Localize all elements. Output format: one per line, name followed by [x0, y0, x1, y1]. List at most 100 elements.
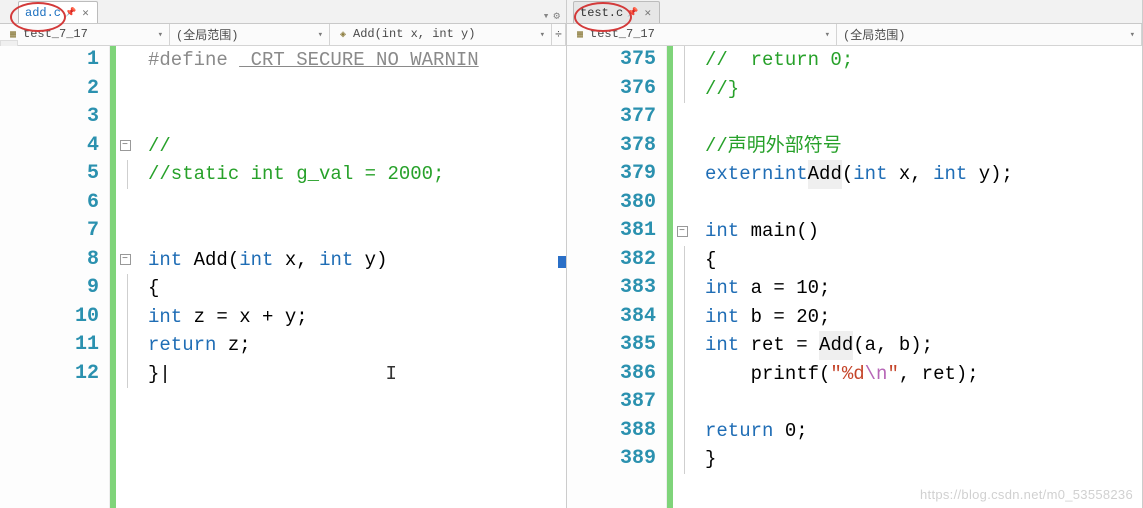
fold-cell: [673, 360, 691, 389]
fold-toggle-icon[interactable]: −: [677, 226, 688, 237]
fold-cell: [673, 303, 691, 332]
fold-cell: [673, 75, 691, 104]
fold-toggle-icon[interactable]: −: [120, 140, 131, 151]
line-number: 388: [567, 417, 656, 446]
code-line[interactable]: }: [705, 445, 1142, 474]
tab-bar-right: test.c 📌 ✕: [567, 0, 1142, 24]
line-number: 3: [0, 103, 99, 132]
code-line[interactable]: //声明外部符号: [705, 132, 1142, 161]
code-line[interactable]: int z = x + y;: [148, 303, 566, 332]
code-editor-left[interactable]: 123456789101112 −− #define _CRT_SECURE_N…: [0, 46, 566, 508]
code-line[interactable]: {: [705, 246, 1142, 275]
function-icon: ◈: [336, 28, 350, 42]
code-area[interactable]: #define _CRT_SECURE_NO_WARNIN ////static …: [134, 46, 566, 508]
code-line[interactable]: [705, 189, 1142, 218]
nav-scope-dropdown[interactable]: (全局范围) ▾: [837, 24, 1142, 45]
fold-cell: [673, 417, 691, 446]
code-line[interactable]: }|: [148, 360, 566, 389]
close-icon[interactable]: ✕: [80, 6, 91, 20]
fold-cell: [116, 217, 134, 246]
line-number: 7: [0, 217, 99, 246]
chevron-down-icon: ▾: [158, 30, 163, 40]
code-line[interactable]: [148, 189, 566, 218]
fold-cell: [116, 46, 134, 75]
nav-function-dropdown[interactable]: ◈Add(int x, int y) ▾: [330, 24, 552, 45]
code-line[interactable]: [148, 103, 566, 132]
code-line[interactable]: return 0;: [705, 417, 1142, 446]
line-number: 8: [0, 246, 99, 275]
code-line[interactable]: //}: [705, 75, 1142, 104]
line-number: 376: [567, 75, 656, 104]
gear-icon[interactable]: ⚙: [553, 9, 560, 23]
fold-cell: [116, 331, 134, 360]
line-number: 378: [567, 132, 656, 161]
line-number: 389: [567, 445, 656, 474]
line-number: 6: [0, 189, 99, 218]
fold-cell: [116, 274, 134, 303]
code-line[interactable]: {: [148, 274, 566, 303]
nav-split-button[interactable]: ÷: [552, 24, 566, 45]
fold-cell[interactable]: −: [116, 132, 134, 161]
fold-cell: [116, 103, 134, 132]
line-number: 5: [0, 160, 99, 189]
tab-test-c[interactable]: test.c 📌 ✕: [573, 1, 660, 23]
fold-cell: [116, 303, 134, 332]
line-number: 380: [567, 189, 656, 218]
close-icon[interactable]: ✕: [642, 6, 653, 20]
fold-cell: [673, 160, 691, 189]
line-number: 384: [567, 303, 656, 332]
code-editor-right[interactable]: 3753763773783793803813823833843853863873…: [567, 46, 1142, 508]
code-line[interactable]: //: [148, 132, 566, 161]
fold-cell: [673, 445, 691, 474]
code-line[interactable]: [148, 75, 566, 104]
watermark-text: https://blog.csdn.net/m0_53558236: [920, 487, 1133, 502]
code-line[interactable]: // return 0;: [705, 46, 1142, 75]
pin-icon[interactable]: 📌: [65, 8, 76, 18]
tab-add-c[interactable]: add.c 📌 ✕: [18, 1, 98, 23]
line-number: 383: [567, 274, 656, 303]
line-number: 10: [0, 303, 99, 332]
code-area[interactable]: // return 0;//} //声明外部符号extern int Add(in…: [691, 46, 1142, 508]
fold-cell: [116, 75, 134, 104]
nav-project-dropdown[interactable]: ▦test_7_17 ▾: [567, 24, 837, 45]
editor-pane-left: 菜单栏解决方案工具 add.c 📌 ✕ ▾ ⚙ ▦test_7_17 ▾ (全局…: [0, 0, 567, 508]
code-line[interactable]: [705, 388, 1142, 417]
code-line[interactable]: //static int g_val = 2000;: [148, 160, 566, 189]
dropdown-icon[interactable]: ▾: [543, 9, 550, 23]
code-line[interactable]: extern int Add(int x, int y);: [705, 160, 1142, 189]
code-line[interactable]: int Add(int x, int y): [148, 246, 566, 275]
nav-project-dropdown[interactable]: ▦test_7_17 ▾: [0, 24, 170, 45]
line-number: 9: [0, 274, 99, 303]
fold-column: −: [673, 46, 691, 508]
fold-cell: [673, 46, 691, 75]
code-line[interactable]: return z;: [148, 331, 566, 360]
fold-cell: [673, 331, 691, 360]
fold-cell[interactable]: −: [673, 217, 691, 246]
code-line[interactable]: [148, 217, 566, 246]
nav-bar-right: ▦test_7_17 ▾ (全局范围) ▾: [567, 24, 1142, 46]
project-icon: ▦: [573, 28, 587, 42]
pin-icon[interactable]: 📌: [627, 8, 638, 18]
code-line[interactable]: int ret = Add(a, b);: [705, 331, 1142, 360]
fold-cell[interactable]: −: [116, 246, 134, 275]
fold-cell: [673, 388, 691, 417]
tab-label: test.c: [580, 6, 623, 20]
code-line[interactable]: int a = 10;: [705, 274, 1142, 303]
code-line[interactable]: int main(): [705, 217, 1142, 246]
code-line[interactable]: int b = 20;: [705, 303, 1142, 332]
line-number: 11: [0, 331, 99, 360]
line-number: 375: [567, 46, 656, 75]
tab-bar-left: add.c 📌 ✕ ▾ ⚙: [0, 0, 566, 24]
line-number: 1: [0, 46, 99, 75]
fold-cell: [673, 246, 691, 275]
code-line[interactable]: #define _CRT_SECURE_NO_WARNIN: [148, 46, 566, 75]
fold-toggle-icon[interactable]: −: [120, 254, 131, 265]
line-number: 381: [567, 217, 656, 246]
chevron-down-icon: ▾: [825, 30, 830, 40]
code-line[interactable]: printf("%d\n", ret);: [705, 360, 1142, 389]
nav-scope-dropdown[interactable]: (全局范围) ▾: [170, 24, 330, 45]
code-line[interactable]: [705, 103, 1142, 132]
split-marker[interactable]: [558, 256, 566, 268]
fold-cell: [116, 360, 134, 389]
chevron-down-icon: ▾: [318, 30, 323, 40]
